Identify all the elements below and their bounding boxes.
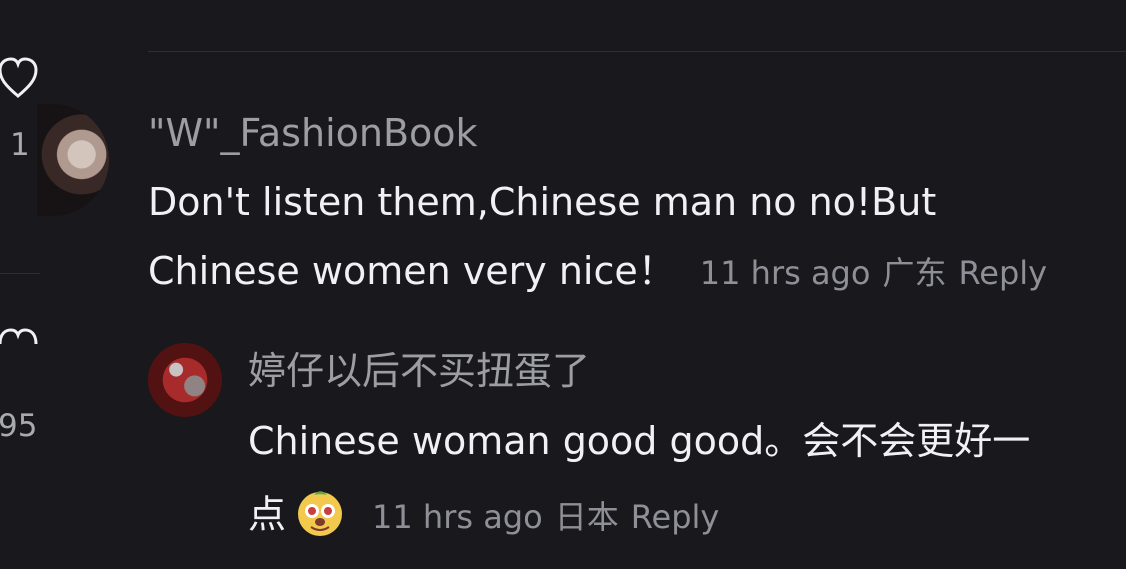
heart-icon[interactable]: [0, 318, 40, 348]
top-divider: [148, 51, 1126, 52]
reply-button[interactable]: Reply: [958, 254, 1047, 292]
comment-text: Chinese women very nice！: [148, 249, 676, 293]
left-divider: [0, 273, 40, 274]
comment-text: Don't listen them,Chinese man no no!But: [148, 180, 937, 224]
username[interactable]: 婷仔以后不买扭蛋了: [248, 352, 590, 390]
comment-meta: 11 hrs ago 日本 Reply: [372, 498, 719, 536]
like-count: 1: [10, 127, 30, 163]
username[interactable]: "W"_FashionBook: [148, 114, 478, 152]
like-count: 95: [0, 408, 38, 444]
reply-button[interactable]: Reply: [631, 498, 720, 536]
reply-text: 点: [248, 492, 287, 537]
comment-location: 日本: [554, 497, 619, 536]
comment-thread-view: 1 95 "W"_FashionBook Don't listen them,C…: [0, 0, 1126, 569]
reply-text: Chinese woman good good。会不会更好一: [248, 419, 1031, 463]
avatar[interactable]: [148, 343, 222, 417]
doge-emoji-icon: [292, 485, 348, 541]
comment-time: 11 hrs ago: [372, 497, 543, 536]
reply-text-continued: 点 11 hrs ago 日本 Reply: [248, 491, 719, 541]
avatar[interactable]: [37, 104, 109, 216]
comment-time: 11 hrs ago: [699, 254, 871, 292]
heart-icon[interactable]: [0, 54, 40, 104]
comment-location: 广东: [882, 254, 947, 292]
comment-text-continued: Chinese women very nice！ 11 hrs ago 广东 Repl…: [148, 252, 1047, 290]
comment-meta: 11 hrs ago 广东 Reply: [700, 254, 1047, 292]
